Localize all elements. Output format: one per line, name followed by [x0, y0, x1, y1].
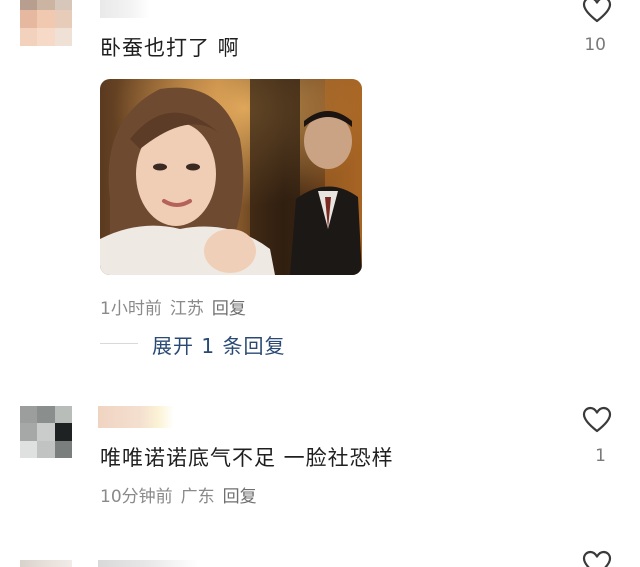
- comment-text: 唯唯诺诺底气不足 一脸社恐样: [100, 446, 394, 470]
- username-blurred[interactable]: [100, 0, 150, 18]
- photo-image: [100, 79, 362, 275]
- heart-outline-icon: [582, 550, 612, 567]
- commenter-avatar[interactable]: [20, 406, 72, 458]
- comment-meta: 10分钟前 广东 回复: [100, 482, 257, 507]
- like-button[interactable]: [582, 550, 612, 567]
- commenter-avatar[interactable]: [20, 0, 72, 46]
- commenter-avatar[interactable]: [20, 560, 72, 567]
- avatar-pixelation: [20, 406, 72, 458]
- expand-divider: [100, 343, 138, 344]
- reply-button[interactable]: 回复: [212, 299, 246, 319]
- comment-meta: 1小时前 江苏 回复: [100, 294, 246, 319]
- reply-button[interactable]: 回复: [223, 487, 257, 507]
- comment-location: 江苏: [169, 299, 204, 319]
- heart-outline-icon: [582, 406, 612, 433]
- like-button[interactable]: [582, 0, 612, 24]
- comment-time: 10分钟前: [100, 487, 173, 507]
- username-blurred[interactable]: [98, 560, 198, 567]
- like-button[interactable]: [582, 406, 612, 434]
- avatar-pixelation: [20, 0, 72, 46]
- comment-text: 卧蚕也打了 啊: [100, 36, 240, 60]
- comment-time: 1小时前: [100, 299, 162, 319]
- username-blurred[interactable]: [98, 406, 174, 428]
- like-count: 10: [584, 35, 606, 55]
- heart-outline-icon: [582, 0, 612, 23]
- comment-location: 广东: [180, 487, 215, 507]
- like-count: 1: [595, 446, 606, 466]
- expand-replies-button[interactable]: 展开 1 条回复: [152, 330, 285, 359]
- comment-photo[interactable]: [100, 79, 362, 275]
